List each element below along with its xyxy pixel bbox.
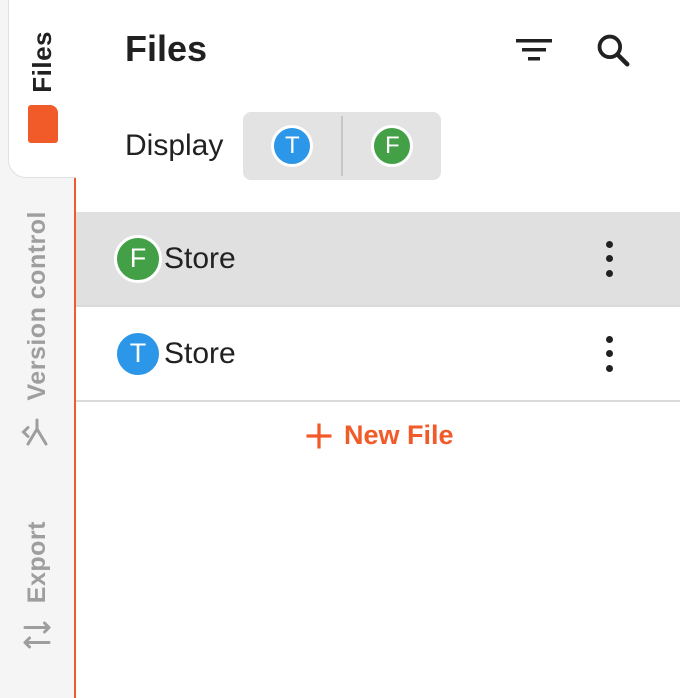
list-item[interactable]: T Store bbox=[76, 307, 680, 402]
page-title: Files bbox=[125, 28, 208, 69]
badge-f: F bbox=[371, 125, 414, 167]
file-name: Store bbox=[164, 241, 236, 275]
app-root: Files Version control Export Files Displ… bbox=[0, 0, 680, 698]
display-label: Display bbox=[125, 129, 224, 162]
tab-files-label: Files bbox=[27, 31, 57, 93]
new-file-label: New File bbox=[344, 420, 454, 450]
file-list: F Store T Store bbox=[76, 212, 680, 402]
folder-icon bbox=[27, 105, 58, 143]
display-toggle-f[interactable]: F bbox=[343, 112, 441, 180]
badge-f: F bbox=[114, 234, 162, 283]
tab-version-control-label: Version control bbox=[22, 210, 51, 400]
tab-export[interactable]: Export bbox=[0, 518, 74, 653]
search-icon bbox=[597, 34, 630, 67]
more-options-icon[interactable] bbox=[594, 334, 624, 374]
display-toggle-group: T F bbox=[243, 112, 442, 180]
swap-arrows-icon bbox=[23, 621, 51, 649]
display-filter-row: Display T F bbox=[125, 112, 442, 180]
filter-button[interactable] bbox=[514, 30, 554, 70]
badge-t: T bbox=[271, 125, 314, 167]
tab-files[interactable]: Files bbox=[8, 0, 76, 178]
new-file-button[interactable]: New File bbox=[304, 420, 454, 451]
tab-version-control[interactable]: Version control bbox=[0, 210, 74, 450]
files-panel: Files Display T F F Store T Store New Fi… bbox=[76, 0, 680, 698]
plus-icon bbox=[306, 423, 332, 448]
display-toggle-t[interactable]: T bbox=[243, 112, 341, 180]
side-tab-rail: Files Version control Export bbox=[0, 0, 76, 698]
file-name: Store bbox=[164, 336, 236, 370]
filter-icon bbox=[516, 39, 552, 61]
badge-t: T bbox=[114, 329, 162, 378]
merge-icon bbox=[21, 418, 48, 446]
tab-export-label: Export bbox=[22, 520, 51, 603]
list-item[interactable]: F Store bbox=[76, 212, 680, 307]
search-button[interactable] bbox=[593, 30, 633, 70]
more-options-icon[interactable] bbox=[594, 239, 624, 279]
